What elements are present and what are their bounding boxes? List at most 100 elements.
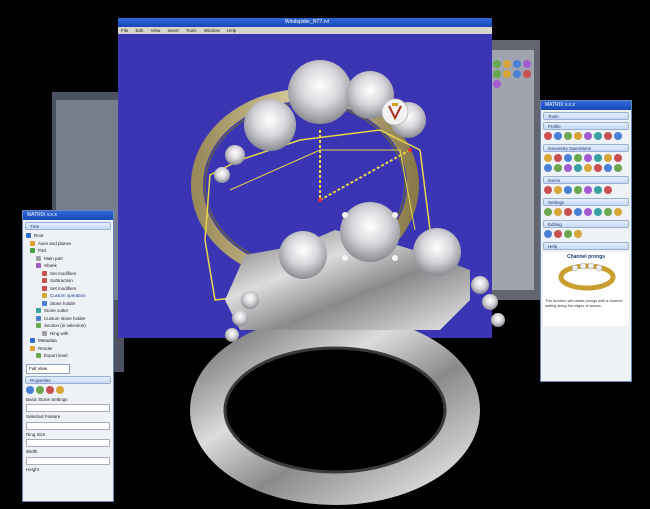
- left-panel-titlebar: MATRIX v.x.x: [23, 211, 113, 220]
- section-geometry[interactable]: Geometry Operations: [543, 144, 629, 152]
- tool-icon[interactable]: [574, 208, 582, 216]
- tool-icon[interactable]: [574, 154, 582, 162]
- tree-item[interactable]: Part: [26, 247, 110, 255]
- export-icon: [36, 353, 41, 359]
- ring-thumbnail: [558, 262, 616, 291]
- section-profile[interactable]: Profile: [543, 122, 629, 130]
- tool-icon[interactable]: [564, 186, 572, 194]
- tool-icon[interactable]: [554, 154, 562, 162]
- tool-icon[interactable]: [46, 385, 54, 394]
- section-label: Profile: [548, 124, 561, 129]
- tool-icon[interactable]: [604, 154, 612, 162]
- tool-icon[interactable]: [574, 230, 582, 238]
- tool-icon[interactable]: [544, 186, 552, 194]
- tool-icon[interactable]: [554, 164, 562, 172]
- tool-icon[interactable]: [594, 154, 602, 162]
- tree-item[interactable]: Export level: [26, 352, 110, 360]
- tree-item[interactable]: Shank: [26, 262, 110, 270]
- profile-tools: [541, 130, 631, 142]
- tree-item[interactable]: Main part: [26, 255, 110, 263]
- tool-icon[interactable]: [614, 164, 622, 172]
- tool-icon[interactable]: [614, 154, 622, 162]
- section-editing[interactable]: Editing: [543, 220, 629, 228]
- tab-help[interactable]: Help: [543, 242, 629, 250]
- tree-item-label: Render: [38, 345, 53, 351]
- tool-icon[interactable]: [564, 230, 572, 238]
- tool-icon[interactable]: [544, 208, 552, 216]
- tree-item-label: Subtraction: [50, 278, 73, 283]
- tool-icon[interactable]: [26, 385, 34, 394]
- tool-icon[interactable]: [564, 154, 572, 162]
- tree-item[interactable]: Stone cutter: [26, 307, 110, 315]
- tool-icon[interactable]: [544, 154, 552, 162]
- tool-icon[interactable]: [614, 208, 622, 216]
- field-label: Width: [26, 449, 38, 454]
- tree-item[interactable]: Set modifiers: [26, 285, 110, 293]
- tree-item[interactable]: Subtraction: [26, 277, 110, 285]
- tool-icon[interactable]: [544, 230, 552, 238]
- tool-icon[interactable]: [584, 164, 592, 172]
- field-label: Basic Stone Settings: [26, 396, 68, 402]
- tool-icon[interactable]: [614, 132, 622, 140]
- tool-icon[interactable]: [574, 186, 582, 194]
- tree-item[interactable]: Root: [26, 232, 110, 240]
- right-panel-title: MATRIX v.x.x: [545, 102, 575, 108]
- tab-tree[interactable]: Tree: [25, 222, 111, 230]
- tool-icon[interactable]: [554, 230, 562, 238]
- tool-icon[interactable]: [554, 186, 562, 194]
- tab-tools-label: Tools: [548, 114, 559, 119]
- section-gems[interactable]: Gems: [543, 176, 629, 184]
- tree-item[interactable]: Section (in selection): [26, 322, 110, 330]
- tree-item[interactable]: Set modifiers: [26, 270, 110, 278]
- tree-item[interactable]: Custom stone holder: [26, 315, 110, 323]
- tool-icon[interactable]: [544, 132, 552, 140]
- tool-icon[interactable]: [574, 132, 582, 140]
- tree-item-label: Set modifiers: [50, 270, 77, 276]
- tree-item[interactable]: Render: [26, 345, 110, 353]
- tool-icon[interactable]: [604, 208, 612, 216]
- tool-icon[interactable]: [594, 164, 602, 172]
- tool-icon[interactable]: [584, 132, 592, 140]
- tool-icon[interactable]: [564, 164, 572, 172]
- tool-icon[interactable]: [56, 385, 64, 394]
- tool-icon[interactable]: [554, 132, 562, 140]
- view-dropdown[interactable]: Full View: [26, 363, 70, 374]
- tool-icon[interactable]: [604, 186, 612, 194]
- tree-item[interactable]: Stone holder: [26, 300, 110, 308]
- tree-item-label: Export level: [44, 353, 68, 358]
- tool-icon[interactable]: [594, 208, 602, 216]
- ring-icon: [42, 330, 47, 336]
- tab-tools[interactable]: Tools: [543, 112, 629, 120]
- tree-item[interactable]: Custom operation: [26, 292, 110, 300]
- tool-icon[interactable]: [584, 154, 592, 162]
- tool-icon[interactable]: [594, 186, 602, 194]
- tool-icon[interactable]: [36, 385, 44, 394]
- tool-icon[interactable]: [584, 186, 592, 194]
- tree-item-label: Metadata: [38, 338, 57, 343]
- tool-icon[interactable]: [544, 164, 552, 172]
- field-label: Ring Size: [26, 431, 46, 437]
- field-input[interactable]: [26, 404, 110, 412]
- tab-properties-label: Properties: [30, 377, 51, 383]
- tool-icon[interactable]: [604, 164, 612, 172]
- tree-item[interactable]: Ring with: [26, 330, 110, 338]
- stone-cutter-icon: [36, 308, 41, 314]
- field-input[interactable]: [26, 421, 110, 430]
- tool-icon[interactable]: [604, 132, 612, 140]
- tool-icon[interactable]: [564, 208, 572, 216]
- tree-item[interactable]: Axes and planes: [26, 240, 110, 248]
- tool-icon[interactable]: [554, 208, 562, 216]
- tree-item[interactable]: Metadata: [26, 337, 110, 345]
- tool-icon[interactable]: [594, 132, 602, 140]
- tab-properties[interactable]: Properties: [25, 375, 111, 384]
- axes-icon: [30, 240, 35, 246]
- tool-icon[interactable]: [564, 132, 572, 140]
- tool-icon[interactable]: [574, 164, 582, 172]
- part-icon: [30, 248, 35, 254]
- field-input[interactable]: [26, 439, 110, 447]
- stone-holder-icon: [42, 300, 47, 306]
- field-input[interactable]: [26, 456, 110, 465]
- tool-icon[interactable]: [584, 208, 592, 216]
- section-settings[interactable]: Settings: [543, 198, 629, 206]
- tree-item-label: Shank: [44, 263, 57, 268]
